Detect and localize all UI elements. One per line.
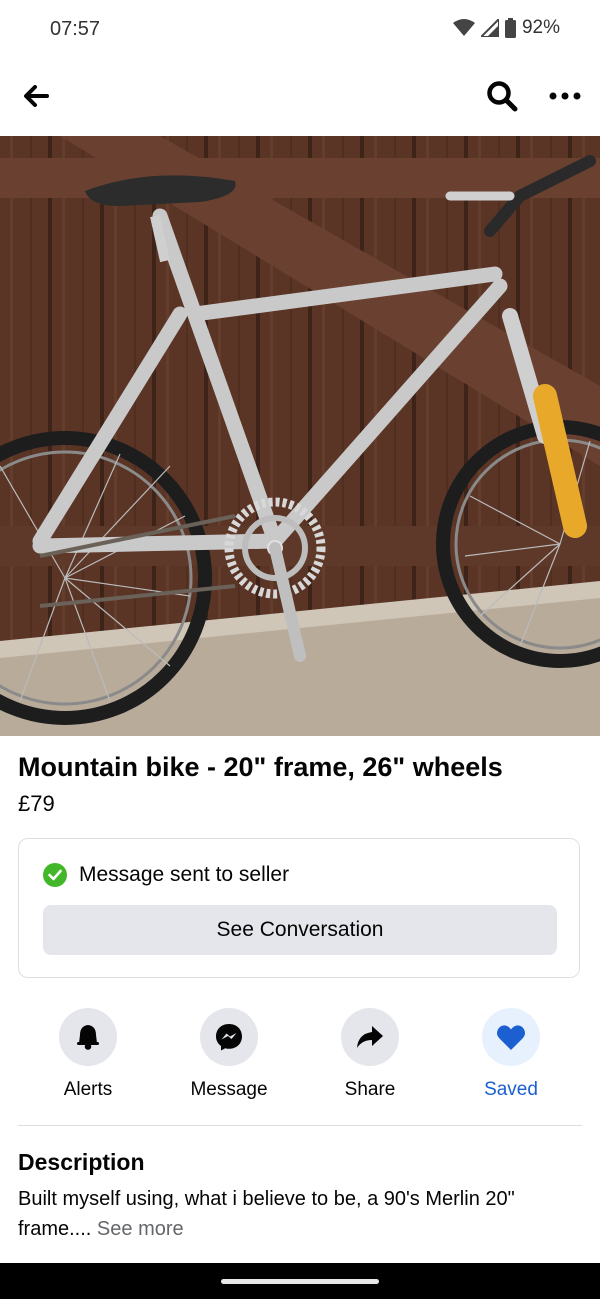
alerts-label: Alerts [63,1079,113,1100]
message-label: Message [190,1079,268,1100]
status-icons: 92% [452,17,560,39]
share-circle [341,1008,399,1066]
wifi-icon [452,19,475,36]
message-status-row: Message sent to seller [43,863,289,887]
section-divider [18,1125,582,1126]
action-row: Alerts Message Share Saved [0,1008,600,1108]
check-circle-icon [43,863,67,887]
alerts-circle [59,1008,117,1066]
share-button[interactable]: Share [300,1008,440,1101]
status-time: 07:57 [50,18,101,40]
more-button[interactable] [543,74,587,118]
listing-photo[interactable] [0,136,600,736]
share-arrow-icon [357,1026,383,1048]
message-circle [200,1008,258,1066]
search-icon [487,81,518,112]
message-status-text: Message sent to seller [79,863,290,886]
bell-icon [77,1025,99,1050]
battery-level: 92% [521,17,560,38]
alerts-button[interactable]: Alerts [18,1008,158,1101]
listing-price: £79 [18,791,55,816]
top-nav [0,60,600,136]
saved-button[interactable]: Saved [441,1008,581,1101]
saved-circle [482,1008,540,1066]
heart-icon [496,1024,526,1050]
search-button[interactable] [480,74,524,118]
saved-label: Saved [484,1079,538,1100]
home-gesture-pill[interactable] [221,1279,379,1284]
messenger-icon [216,1024,242,1051]
status-bar: 07:57 92% [0,0,600,60]
listing-title: Mountain bike - 20" frame, 26" wheels [18,752,503,782]
message-button[interactable]: Message [159,1008,299,1101]
bike-photo-image [0,136,600,736]
share-label: Share [344,1079,396,1100]
system-nav-bar [0,1263,600,1299]
arrow-left-icon [24,85,49,107]
see-more-link[interactable]: See more [97,1218,184,1240]
description-text: Built myself using, what i believe to be… [18,1184,588,1244]
description-heading: Description [18,1149,145,1175]
battery-icon [504,18,516,38]
see-conversation-button[interactable]: See Conversation [43,905,557,955]
signal-icon [480,19,499,37]
back-button[interactable] [14,74,58,118]
message-status-card: Message sent to seller See Conversation [18,838,580,978]
description-body: Built myself using, what i believe to be… [18,1188,515,1240]
more-horizontal-icon [549,92,581,100]
